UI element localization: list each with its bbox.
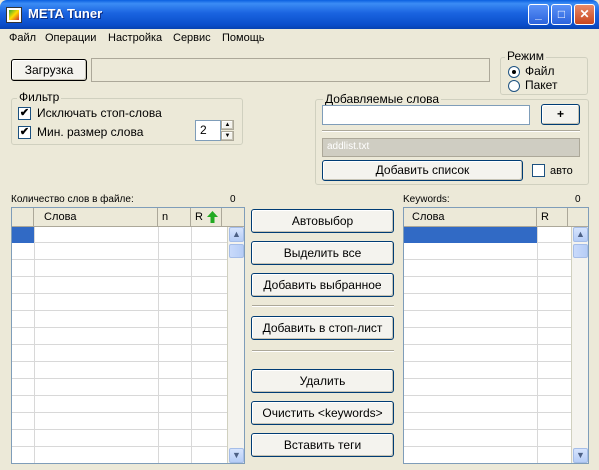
add-word-button[interactable]: +: [541, 104, 580, 125]
min-word-size-checkbox[interactable]: ✔: [18, 126, 31, 139]
table-row[interactable]: [404, 414, 571, 430]
mode-file-label: Файл: [525, 64, 555, 78]
scroll-down-button[interactable]: ▼: [229, 448, 244, 463]
mode-package-label: Пакет: [525, 78, 558, 92]
table-row[interactable]: [404, 380, 571, 396]
word-count-value: 0: [230, 194, 236, 205]
actions-separator: [252, 350, 394, 352]
scroll-up-button[interactable]: ▲: [573, 227, 588, 242]
scroll-down-button[interactable]: ▼: [573, 448, 588, 463]
add-to-stoplist-button[interactable]: Добавить в стоп-лист: [251, 316, 394, 340]
table-row[interactable]: [12, 414, 227, 430]
menu-service[interactable]: Сервис: [173, 32, 211, 44]
table-row[interactable]: [12, 244, 227, 260]
table-row[interactable]: [12, 261, 227, 277]
table-row[interactable]: [12, 448, 227, 463]
keywords-grid[interactable]: Слова R ▲ ▼: [403, 207, 589, 464]
clear-keywords-button[interactable]: Очистить <keywords>: [251, 401, 394, 425]
table-row[interactable]: [404, 312, 571, 328]
menu-operations[interactable]: Операции: [45, 32, 96, 44]
left-grid-scrollbar[interactable]: ▲ ▼: [227, 227, 244, 463]
added-words-divider: [322, 130, 580, 132]
select-all-button[interactable]: Выделить все: [251, 241, 394, 265]
table-row[interactable]: [404, 244, 571, 260]
table-row[interactable]: [12, 431, 227, 447]
table-row[interactable]: [12, 295, 227, 311]
column-r-label: R: [195, 211, 203, 223]
table-row[interactable]: [404, 261, 571, 277]
scroll-up-button[interactable]: ▲: [229, 227, 244, 242]
keywords-grid-header: Слова R: [404, 208, 588, 227]
keywords-grid-scrollbar[interactable]: ▲ ▼: [571, 227, 588, 463]
title-bar[interactable]: META Tuner _ □ ✕: [0, 0, 599, 29]
column-n[interactable]: n: [158, 208, 191, 226]
keywords-column-words[interactable]: Слова: [404, 208, 537, 226]
selected-cell: [12, 227, 34, 243]
added-word-input[interactable]: [322, 105, 530, 125]
table-row[interactable]: [12, 397, 227, 413]
app-icon: [6, 7, 22, 23]
exclude-stopwords-label: Исключать стоп-слова: [37, 106, 162, 120]
minimize-button[interactable]: _: [528, 4, 549, 25]
spinner-down-button[interactable]: ▼: [221, 131, 234, 141]
keywords-count-value: 0: [575, 194, 581, 205]
load-path-field[interactable]: [91, 58, 490, 82]
auto-label: авто: [550, 165, 573, 177]
row-indicator-header: [12, 208, 34, 226]
table-row[interactable]: [404, 227, 571, 243]
mode-package-radio[interactable]: [508, 80, 520, 92]
table-row[interactable]: [12, 278, 227, 294]
mode-file-radio[interactable]: [508, 66, 520, 78]
menu-bar: Файл Операции Настройка Сервис Помощь: [0, 29, 599, 48]
table-row[interactable]: [404, 278, 571, 294]
add-selected-button[interactable]: Добавить выбранное: [251, 273, 394, 297]
filter-group-label: Фильтр: [17, 90, 62, 104]
delete-button[interactable]: Удалить: [251, 369, 394, 393]
table-row[interactable]: [404, 346, 571, 362]
menu-help[interactable]: Помощь: [222, 32, 265, 44]
table-row[interactable]: [12, 380, 227, 396]
table-row[interactable]: [404, 295, 571, 311]
load-button[interactable]: Загрузка: [11, 59, 87, 81]
keywords-column-r[interactable]: R: [537, 208, 568, 226]
mode-group-label: Режим: [505, 49, 546, 63]
close-button[interactable]: ✕: [574, 4, 595, 25]
actions-separator: [252, 305, 394, 307]
table-row[interactable]: [12, 227, 227, 243]
table-row[interactable]: [12, 329, 227, 345]
selected-cell: [404, 227, 537, 243]
window-title: META Tuner: [28, 6, 103, 21]
app-window: META Tuner _ □ ✕ Файл Операции Настройка…: [0, 0, 599, 470]
list-file-field[interactable]: addlist.txt: [322, 138, 580, 157]
keywords-label: Keywords:: [403, 194, 450, 205]
table-row[interactable]: [12, 363, 227, 379]
menu-file[interactable]: Файл: [9, 32, 36, 44]
table-row[interactable]: [404, 329, 571, 345]
word-count-label: Количество слов в файле:: [11, 194, 134, 205]
column-r[interactable]: R: [191, 208, 222, 226]
table-row[interactable]: [404, 448, 571, 463]
grid-header: Слова n R: [12, 208, 244, 227]
min-word-size-input[interactable]: 2: [195, 120, 221, 141]
scroll-thumb[interactable]: [573, 244, 588, 258]
word-frequency-grid[interactable]: Слова n R ▲ ▼: [11, 207, 245, 464]
table-row[interactable]: [404, 431, 571, 447]
table-row[interactable]: [12, 312, 227, 328]
scroll-thumb[interactable]: [229, 244, 244, 258]
add-list-button[interactable]: Добавить список: [322, 160, 523, 181]
added-words-label: Добавляемые слова: [323, 92, 442, 106]
table-row[interactable]: [404, 397, 571, 413]
table-row[interactable]: [12, 346, 227, 362]
insert-tags-button[interactable]: Вставить теги: [251, 433, 394, 457]
auto-checkbox[interactable]: [532, 164, 545, 177]
menu-settings[interactable]: Настройка: [108, 32, 162, 44]
auto-select-button[interactable]: Автовыбор: [251, 209, 394, 233]
table-row[interactable]: [404, 363, 571, 379]
column-words[interactable]: Слова: [34, 208, 158, 226]
sort-up-arrow-icon: [207, 211, 218, 223]
exclude-stopwords-checkbox[interactable]: ✔: [18, 107, 31, 120]
maximize-button[interactable]: □: [551, 4, 572, 25]
spinner-up-button[interactable]: ▲: [221, 120, 234, 130]
min-word-size-label: Мин. размер слова: [37, 125, 144, 139]
